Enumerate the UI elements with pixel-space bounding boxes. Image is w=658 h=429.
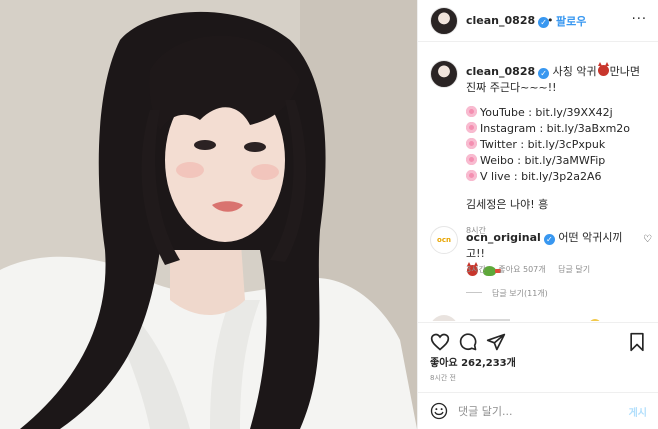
cherry-blossom-emoji	[466, 106, 477, 117]
header-username[interactable]: clean_0828 ✓	[466, 14, 550, 28]
comment-input[interactable]	[458, 401, 608, 421]
divider	[466, 292, 482, 293]
view-replies[interactable]: 답글 보기(11개)	[466, 288, 548, 299]
list-item: YouTube : bit.ly/39XX42j	[466, 105, 646, 121]
comment-username[interactable]: ocn_original	[466, 231, 541, 244]
post-photo[interactable]	[0, 0, 417, 429]
comment-meta: 3시간 좋아요 507개 답글 달기	[466, 264, 600, 275]
avatar[interactable]	[430, 7, 458, 35]
verified-icon: ✓	[538, 68, 550, 79]
share-icon[interactable]	[486, 332, 506, 352]
cherry-blossom-emoji	[466, 138, 477, 149]
post-time[interactable]: 8시간 전	[430, 373, 456, 383]
cherry-blossom-emoji	[466, 122, 477, 133]
caption-text: clean_0828 ✓ 사칭 악귀 만나면 진짜 주근다~~~!! YouTube…	[466, 62, 646, 239]
verified-icon: ✓	[543, 234, 555, 245]
comment-icon[interactable]	[458, 332, 478, 352]
list-item: Twitter : bit.ly/3cPxpuk	[466, 137, 646, 153]
caption-username[interactable]: clean_0828	[466, 65, 535, 78]
smile-icon[interactable]	[430, 402, 448, 420]
more-icon[interactable]: ···	[632, 12, 647, 27]
caption-signature: 김세정은 나야! 흥	[466, 198, 549, 211]
next-comment-peek	[430, 313, 652, 321]
cherry-blossom-emoji	[466, 154, 477, 165]
comment-like-icon[interactable]: ♡	[643, 234, 652, 245]
follow-button[interactable]: 팔로우	[556, 13, 586, 29]
post-comment-button[interactable]: 게시	[629, 404, 647, 419]
comment-avatar[interactable]: ocn	[430, 226, 458, 254]
bookmark-icon[interactable]	[627, 332, 647, 352]
reply-button[interactable]: 답글 달기	[558, 265, 590, 274]
devil-emoji	[597, 62, 609, 76]
comment-time[interactable]: 3시간	[466, 265, 486, 274]
comment-likes[interactable]: 좋아요 507개	[498, 265, 545, 274]
post-header: clean_0828 ✓ • 팔로우 ···	[418, 0, 658, 42]
heart-icon[interactable]	[430, 332, 450, 352]
list-item: Weibo : bit.ly/3aMWFip	[466, 153, 646, 169]
like-count[interactable]: 좋아요 262,233개	[430, 354, 516, 369]
cherry-blossom-emoji	[466, 170, 477, 181]
caption-avatar[interactable]	[430, 60, 458, 88]
list-item: Instagram : bit.ly/3aBxm2o	[466, 121, 646, 137]
add-comment-bar: 게시	[418, 392, 658, 429]
list-item: V live : bit.ly/3p2a2A6	[466, 169, 646, 185]
post-panel: clean_0828 ✓ • 팔로우 ··· clean_0828 ✓ 사칭 악귀 만…	[417, 0, 658, 429]
portrait-illustration	[0, 0, 417, 429]
separator-dot: •	[547, 14, 554, 27]
caption-links: YouTube : bit.ly/39XX42j Instagram : bit…	[466, 105, 646, 185]
